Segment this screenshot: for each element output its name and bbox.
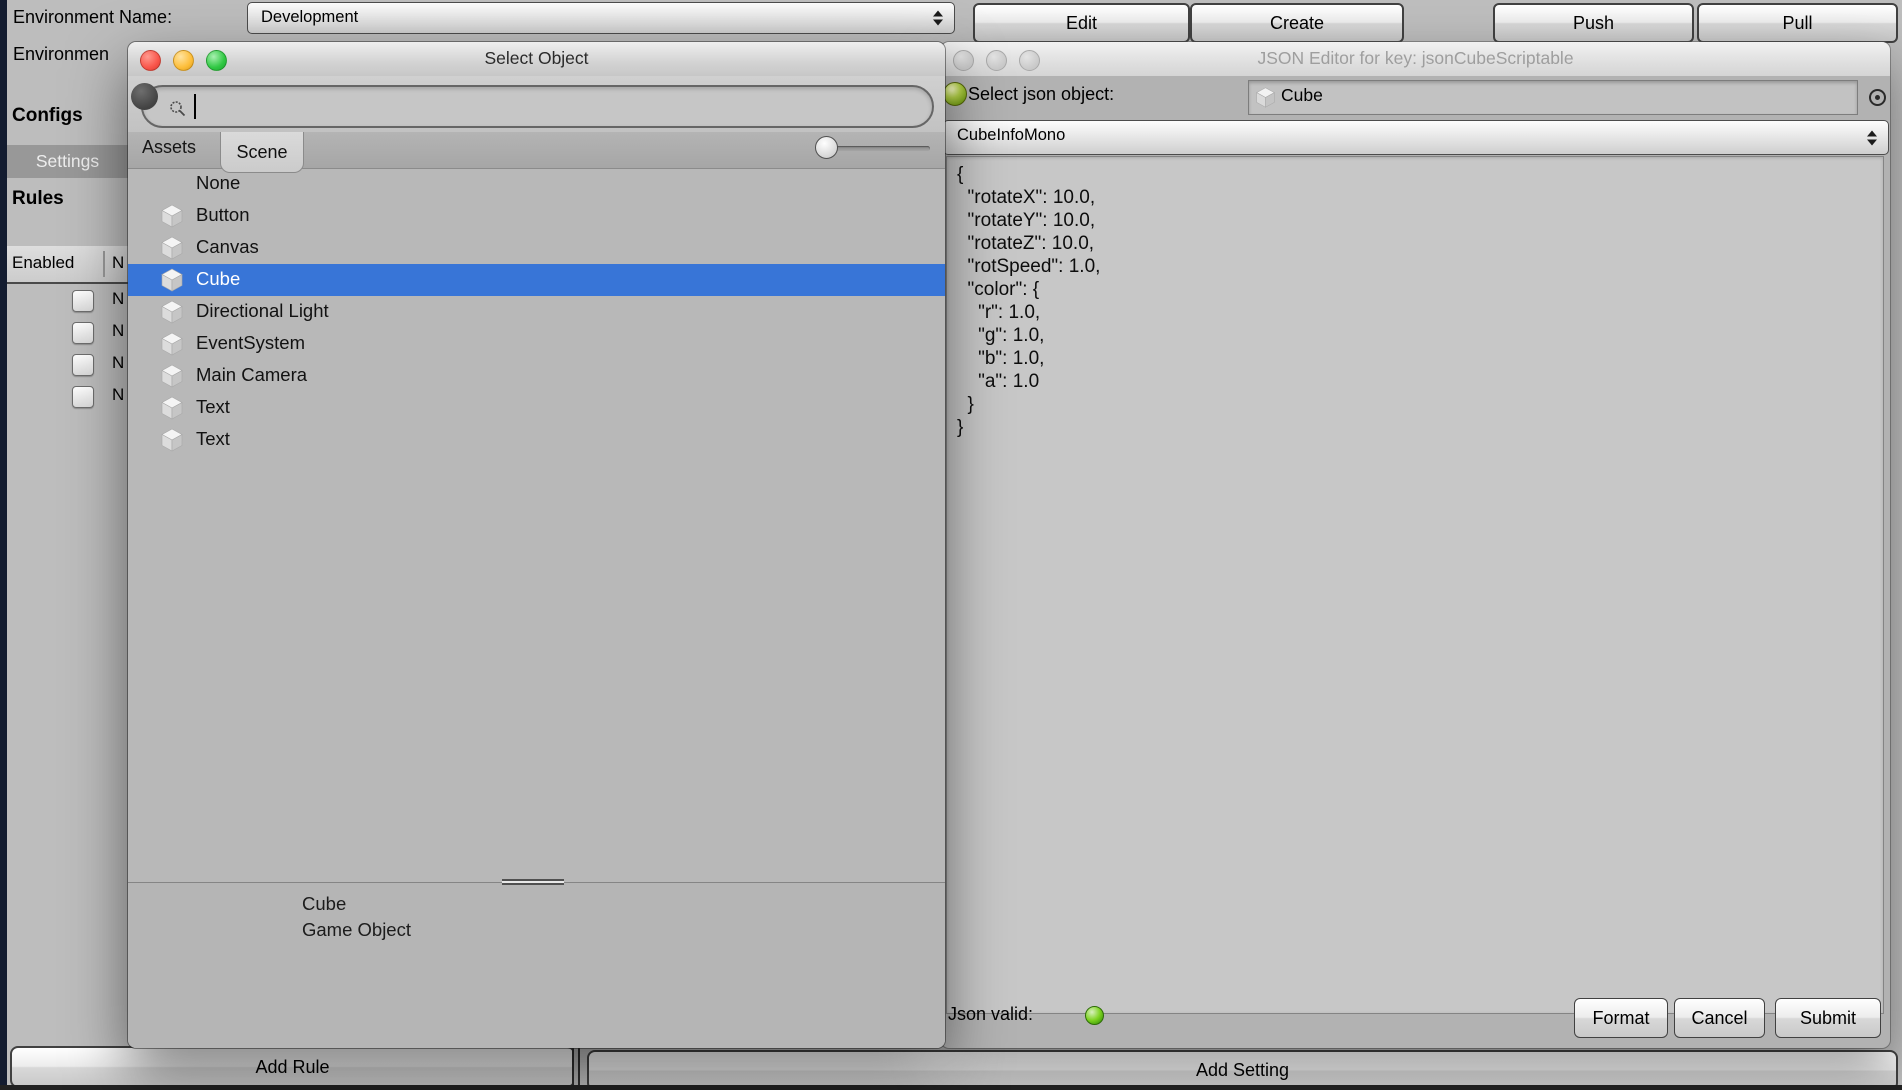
- component-type-dropdown-value: CubeInfoMono: [957, 126, 1065, 145]
- rule-enabled-checkbox[interactable]: [72, 290, 94, 312]
- add-setting-button[interactable]: Add Setting: [587, 1050, 1898, 1090]
- preview-object-type: Game Object: [302, 919, 411, 941]
- name-column-header: N: [112, 253, 124, 273]
- cube-icon: [159, 299, 185, 325]
- json-text-content: { "rotateX": 10.0, "rotateY": 10.0, "rot…: [947, 157, 1883, 445]
- cube-icon: [1254, 86, 1277, 114]
- environment-name-label: Environment Name:: [13, 7, 172, 28]
- object-list-item[interactable]: Text: [128, 424, 945, 456]
- dropdown-stepper-icon: [1867, 130, 1877, 145]
- select-object-titlebar[interactable]: Select Object: [128, 42, 945, 77]
- text-caret: [194, 94, 196, 119]
- object-label: EventSystem: [196, 332, 305, 354]
- create-button[interactable]: Create: [1190, 3, 1404, 43]
- submit-button[interactable]: Submit: [1775, 998, 1881, 1038]
- json-object-field-value: Cube: [1281, 85, 1323, 106]
- search-area: [128, 76, 945, 132]
- tab-assets[interactable]: Assets: [142, 137, 196, 158]
- object-label: Canvas: [196, 236, 259, 258]
- rule-enabled-checkbox[interactable]: [72, 322, 94, 344]
- rules-rows: NNNN: [7, 286, 128, 414]
- json-editor-titlebar[interactable]: JSON Editor for key: jsonCubeScriptable: [941, 42, 1890, 77]
- cancel-button[interactable]: Cancel: [1674, 998, 1765, 1038]
- dropdown-stepper-icon: [933, 11, 943, 26]
- configs-label: Configs: [12, 105, 83, 127]
- environment-dropdown[interactable]: Development: [247, 2, 955, 34]
- pull-button[interactable]: Pull: [1697, 3, 1898, 43]
- resize-handle-icon[interactable]: [502, 879, 564, 887]
- enabled-column-header: Enabled: [12, 253, 74, 273]
- search-input[interactable]: [141, 85, 934, 128]
- rule-enabled-checkbox[interactable]: [72, 354, 94, 376]
- select-object-window: Select Object Assets Scene None: [128, 42, 945, 1048]
- search-scope-knob-icon[interactable]: [131, 83, 158, 110]
- cube-icon: [159, 395, 185, 421]
- json-text-editor[interactable]: { "rotateX": 10.0, "rotateY": 10.0, "rot…: [946, 156, 1884, 1014]
- add-rule-button[interactable]: Add Rule: [10, 1046, 575, 1088]
- tab-scene[interactable]: Scene: [220, 132, 304, 173]
- object-list-item[interactable]: Text: [128, 392, 945, 424]
- environment-truncated-label: Environmen: [13, 44, 128, 65]
- object-list-item[interactable]: EventSystem: [128, 328, 945, 360]
- object-label: None: [196, 172, 240, 194]
- select-json-object-label: Select json object:: [968, 84, 1114, 105]
- rules-table-header: Enabled N: [7, 246, 128, 284]
- rule-row: N: [7, 382, 128, 414]
- column-divider: [103, 251, 105, 277]
- rule-name: N: [112, 321, 124, 341]
- object-label: Cube: [196, 268, 240, 290]
- json-editor-title: JSON Editor for key: jsonCubeScriptable: [941, 48, 1890, 69]
- window-bottom-edge: [0, 1085, 1902, 1090]
- select-object-title: Select Object: [128, 48, 945, 69]
- rule-row: N: [7, 318, 128, 350]
- rule-row: N: [7, 286, 128, 318]
- sidebar-item-settings[interactable]: Settings: [7, 145, 128, 178]
- cube-icon: [159, 235, 185, 261]
- component-type-dropdown[interactable]: CubeInfoMono: [943, 120, 1889, 155]
- rule-enabled-checkbox[interactable]: [72, 386, 94, 408]
- json-valid-label: Json valid:: [948, 1004, 1033, 1025]
- object-label: Button: [196, 204, 250, 226]
- object-list-item[interactable]: Directional Light: [128, 296, 945, 328]
- cube-icon: [159, 427, 185, 453]
- object-list-item[interactable]: Button: [128, 200, 945, 232]
- preview-object-name: Cube: [302, 893, 346, 915]
- format-button[interactable]: Format: [1574, 998, 1668, 1038]
- rules-label: Rules: [12, 188, 64, 210]
- cube-icon: [159, 203, 185, 229]
- rule-row: N: [7, 350, 128, 382]
- rule-name: N: [112, 385, 124, 405]
- json-object-field[interactable]: Cube: [1248, 80, 1858, 115]
- json-valid-led-icon: [1085, 1006, 1104, 1025]
- rule-name: N: [112, 353, 124, 373]
- search-icon: [169, 100, 187, 123]
- object-label: Text: [196, 428, 230, 450]
- cube-icon: [159, 363, 185, 389]
- object-list-item[interactable]: Main Camera: [128, 360, 945, 392]
- icon-size-slider-knob[interactable]: [815, 136, 838, 159]
- object-list-item[interactable]: Cube: [128, 264, 945, 296]
- object-preview-panel: Cube Game Object: [128, 882, 945, 1048]
- object-label: Text: [196, 396, 230, 418]
- object-status-led-icon: [943, 82, 967, 106]
- left-dark-strip: [0, 0, 7, 1090]
- screen: Environment Name: Development Edit Creat…: [0, 0, 1902, 1090]
- object-label: Directional Light: [196, 300, 329, 322]
- icon-size-slider-track[interactable]: [826, 146, 930, 151]
- object-selector-tabbar: Assets Scene: [128, 132, 945, 169]
- json-editor-window: JSON Editor for key: jsonCubeScriptable …: [941, 42, 1890, 1048]
- object-label: Main Camera: [196, 364, 307, 386]
- cube-icon: [159, 331, 185, 357]
- object-list-item[interactable]: Canvas: [128, 232, 945, 264]
- rule-name: N: [112, 289, 124, 309]
- cube-icon: [159, 267, 185, 293]
- object-list: None Button Canvas Cube Directional Ligh…: [128, 168, 945, 882]
- object-picker-icon[interactable]: [1869, 89, 1886, 106]
- pane-splitter-handle[interactable]: [572, 1042, 581, 1090]
- environment-dropdown-value: Development: [261, 8, 358, 27]
- edit-button[interactable]: Edit: [973, 3, 1190, 43]
- push-button[interactable]: Push: [1493, 3, 1694, 43]
